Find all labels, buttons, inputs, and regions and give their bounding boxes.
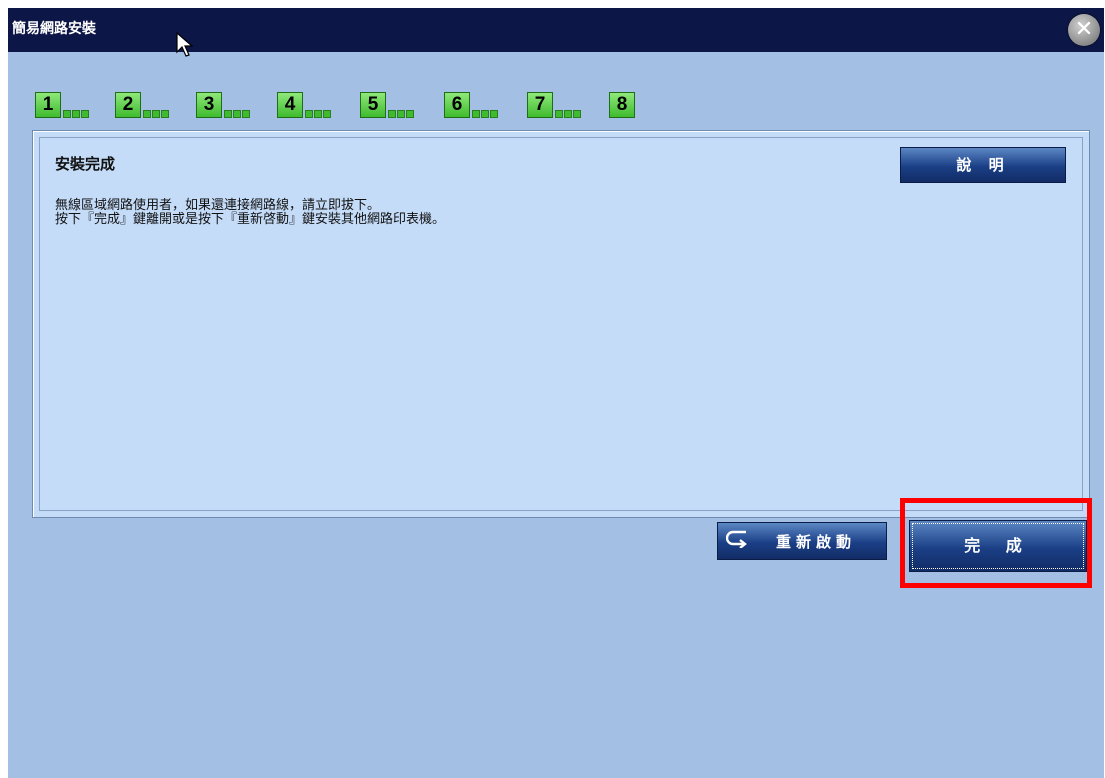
step-1: 1: [35, 92, 89, 118]
finish-button[interactable]: 完 成: [909, 520, 1087, 572]
window-title: 簡易網路安裝: [12, 21, 96, 37]
step-5: 5: [360, 92, 414, 118]
instruction-text: 無線區域網路使用者，如果還連接網路線，請立即拔下。 按下『完成』鍵離開或是按下『…: [55, 199, 445, 227]
step-number: 4: [277, 92, 303, 118]
restart-label: 重新啟動: [776, 532, 857, 551]
step-2: 2: [115, 92, 169, 118]
title-bar: 簡易網路安裝 ✕: [8, 8, 1104, 52]
close-icon[interactable]: ✕: [1068, 14, 1100, 46]
step-dots: [555, 110, 581, 118]
instruction-line-1: 無線區域網路使用者，如果還連接網路線，請立即拔下。: [55, 198, 381, 213]
step-8: 8: [609, 92, 635, 118]
step-3: 3: [196, 92, 250, 118]
step-dots: [143, 110, 169, 118]
page-title: 安裝完成: [55, 155, 116, 173]
step-dots: [305, 110, 331, 118]
installer-window: 簡易網路安裝 ✕ 1 2 3 4 5 6 7 8 安裝完成 說 明 無線區域網路…: [8, 8, 1104, 778]
step-6: 6: [444, 92, 498, 118]
step-7: 7: [527, 92, 581, 118]
step-number: 2: [115, 92, 141, 118]
step-number: 5: [360, 92, 386, 118]
step-indicator: 1 2 3 4 5 6 7 8: [35, 92, 735, 118]
content-panel: 安裝完成 說 明 無線區域網路使用者，如果還連接網路線，請立即拔下。 按下『完成…: [32, 130, 1090, 518]
step-number: 8: [609, 92, 635, 118]
help-button[interactable]: 說 明: [900, 147, 1066, 183]
step-dots: [63, 110, 89, 118]
step-number: 1: [35, 92, 61, 118]
restart-button[interactable]: 重新啟動: [717, 522, 887, 560]
step-number: 7: [527, 92, 553, 118]
mouse-cursor-icon: [176, 32, 194, 57]
step-dots: [224, 110, 250, 118]
step-dots: [472, 110, 498, 118]
step-dots: [388, 110, 414, 118]
instruction-line-2: 按下『完成』鍵離開或是按下『重新啓動』鍵安裝其他網路印表機。: [55, 212, 446, 227]
return-arrow-icon: [718, 529, 758, 554]
panel-inner-frame: [39, 137, 1083, 511]
step-number: 6: [444, 92, 470, 118]
step-number: 3: [196, 92, 222, 118]
step-4: 4: [277, 92, 331, 118]
